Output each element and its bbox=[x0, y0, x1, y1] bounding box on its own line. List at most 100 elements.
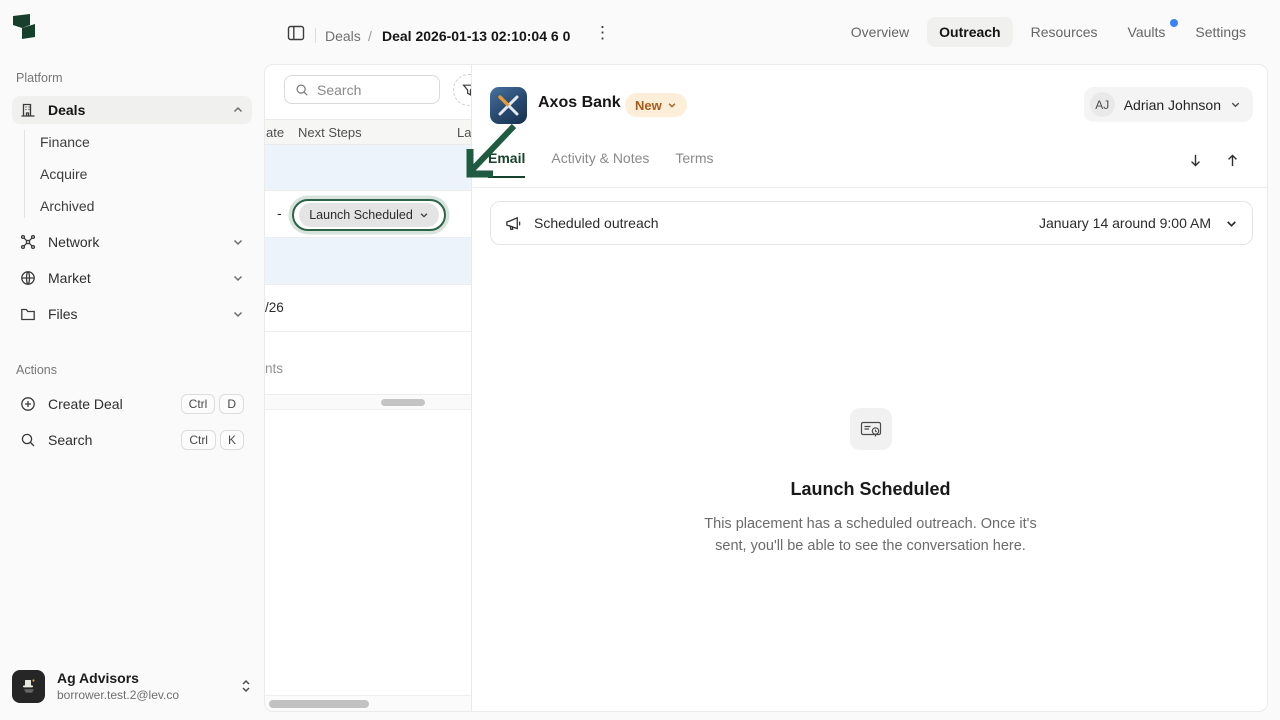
table-row[interactable]: - Launch Scheduled bbox=[265, 191, 472, 238]
empty-state: Launch Scheduled This placement has a sc… bbox=[473, 408, 1268, 557]
tab-overview[interactable]: Overview bbox=[839, 17, 921, 47]
unfold-icon bbox=[240, 678, 252, 694]
chevron-up-icon bbox=[232, 104, 244, 116]
sidebar-item-archived[interactable]: Archived bbox=[40, 194, 94, 218]
breadcrumb-deals[interactable]: Deals bbox=[325, 28, 361, 44]
sidebar-item-label: Network bbox=[48, 234, 99, 250]
owner-name: Adrian Johnson bbox=[1124, 97, 1221, 113]
axos-x-icon bbox=[490, 87, 527, 124]
status-dropdown[interactable]: Launch Scheduled bbox=[299, 203, 439, 227]
funnel-icon bbox=[462, 83, 472, 97]
workspace-email: borrower.test.2@lev.co bbox=[57, 688, 179, 702]
plus-circle-icon bbox=[20, 396, 36, 412]
table-row[interactable]: nts bbox=[265, 332, 472, 395]
divider bbox=[473, 187, 1268, 188]
deal-tabs: Overview Outreach Resources Vaults Setti… bbox=[839, 0, 1258, 64]
sidebar-item-market[interactable]: Market bbox=[12, 264, 252, 292]
tab-vaults[interactable]: Vaults bbox=[1116, 17, 1178, 47]
magician-hat-icon bbox=[20, 677, 38, 695]
chevron-down-icon bbox=[1225, 217, 1238, 230]
company-name: Axos Bank bbox=[538, 94, 621, 112]
jump-down-button[interactable] bbox=[1188, 153, 1203, 168]
column-date: ate bbox=[266, 125, 284, 140]
breadcrumb-separator: / bbox=[368, 28, 372, 44]
outreach-schedule-text: January 14 around 9:00 AM bbox=[1039, 215, 1211, 231]
search-input[interactable] bbox=[317, 82, 417, 98]
search-action-button[interactable]: Search Ctrl K bbox=[12, 426, 252, 454]
sidebar-item-deals[interactable]: Deals bbox=[12, 96, 252, 124]
filter-button[interactable] bbox=[453, 74, 472, 106]
table-row[interactable] bbox=[265, 145, 472, 191]
sidebar-item-label: Market bbox=[48, 270, 91, 286]
placement-detail-panel: Axos Bank New AJ Adrian Johnson Email Ac… bbox=[473, 65, 1268, 711]
cell-dash: - bbox=[277, 205, 282, 221]
tab-resources[interactable]: Resources bbox=[1019, 17, 1110, 47]
table-row[interactable] bbox=[265, 238, 472, 285]
company-logo bbox=[490, 87, 527, 124]
sidebar-item-finance[interactable]: Finance bbox=[40, 130, 90, 154]
horizontal-scroll-thumb[interactable] bbox=[269, 700, 369, 708]
chevron-down-icon bbox=[667, 100, 677, 110]
divider bbox=[315, 28, 316, 43]
jump-up-button[interactable] bbox=[1225, 153, 1240, 168]
sidebar: Platform Deals Finance Acquire Archived … bbox=[0, 0, 264, 720]
tab-terms[interactable]: Terms bbox=[675, 150, 713, 178]
shortcut-keys: Ctrl D bbox=[181, 394, 244, 414]
scheduled-email-icon bbox=[850, 408, 892, 450]
tab-email[interactable]: Email bbox=[488, 150, 525, 178]
table-row[interactable]: /26 bbox=[265, 285, 472, 332]
sidebar-indent-line bbox=[24, 130, 25, 218]
chevron-down-icon bbox=[419, 210, 429, 220]
owner-avatar: AJ bbox=[1090, 92, 1115, 117]
arrow-up-icon bbox=[1225, 153, 1240, 168]
app-logo-icon bbox=[12, 13, 40, 43]
table-header: ate Next Steps Late bbox=[265, 119, 472, 145]
sidebar-toggle-icon[interactable] bbox=[287, 24, 305, 42]
notification-dot bbox=[1170, 19, 1178, 27]
cell-date: /26 bbox=[265, 300, 284, 315]
key-k: K bbox=[220, 430, 244, 450]
key-ctrl: Ctrl bbox=[181, 430, 216, 450]
workspace-name: Ag Advisors bbox=[57, 670, 179, 686]
search-icon bbox=[20, 432, 36, 448]
tab-activity-notes[interactable]: Activity & Notes bbox=[551, 150, 649, 178]
list-search[interactable] bbox=[284, 75, 440, 104]
chevron-down-icon bbox=[232, 236, 244, 248]
breadcrumb-current-deal: Deal 2026-01-13 02:10:04 6 0 bbox=[382, 28, 570, 44]
cell-text: nts bbox=[265, 361, 283, 376]
action-label: Search bbox=[48, 432, 92, 448]
sidebar-item-network[interactable]: Network bbox=[12, 228, 252, 256]
workspace-avatar bbox=[12, 670, 45, 703]
tab-settings[interactable]: Settings bbox=[1183, 17, 1258, 47]
status-badge-label: New bbox=[635, 98, 662, 113]
top-bar: Deals / Deal 2026-01-13 02:10:04 6 0 ⋮ O… bbox=[264, 0, 1280, 64]
workspace-texts: Ag Advisors borrower.test.2@lev.co bbox=[57, 670, 179, 702]
arrow-down-icon bbox=[1188, 153, 1203, 168]
action-label: Create Deal bbox=[48, 396, 123, 412]
scheduled-outreach-card[interactable]: Scheduled outreach January 14 around 9:0… bbox=[490, 201, 1253, 245]
create-deal-button[interactable]: Create Deal Ctrl D bbox=[12, 390, 252, 418]
column-latest: Late bbox=[457, 125, 472, 140]
sidebar-item-acquire[interactable]: Acquire bbox=[40, 162, 87, 186]
main-card: ate Next Steps Late - Launch Scheduled /… bbox=[264, 64, 1268, 712]
chevron-down-icon bbox=[1230, 99, 1241, 110]
detail-tabs: Email Activity & Notes Terms bbox=[488, 150, 714, 178]
folder-icon bbox=[20, 306, 36, 322]
status-badge[interactable]: New bbox=[625, 93, 687, 117]
column-next-steps: Next Steps bbox=[298, 125, 362, 140]
outreach-card-title: Scheduled outreach bbox=[534, 215, 659, 231]
owner-dropdown[interactable]: AJ Adrian Johnson bbox=[1084, 87, 1253, 122]
workspace-switcher[interactable]: Ag Advisors borrower.test.2@lev.co bbox=[12, 666, 252, 706]
sidebar-item-label: Files bbox=[48, 306, 78, 322]
tab-outreach[interactable]: Outreach bbox=[927, 17, 1012, 47]
more-options-icon[interactable]: ⋮ bbox=[594, 24, 610, 42]
key-d: D bbox=[219, 394, 244, 414]
sidebar-item-files[interactable]: Files bbox=[12, 300, 252, 328]
search-icon bbox=[295, 83, 309, 97]
key-ctrl: Ctrl bbox=[181, 394, 216, 414]
chevron-down-icon bbox=[232, 308, 244, 320]
sidebar-item-label: Deals bbox=[48, 102, 85, 118]
table-scroll-thumb[interactable] bbox=[381, 399, 425, 406]
empty-state-title: Launch Scheduled bbox=[790, 479, 950, 500]
globe-icon bbox=[20, 270, 36, 286]
